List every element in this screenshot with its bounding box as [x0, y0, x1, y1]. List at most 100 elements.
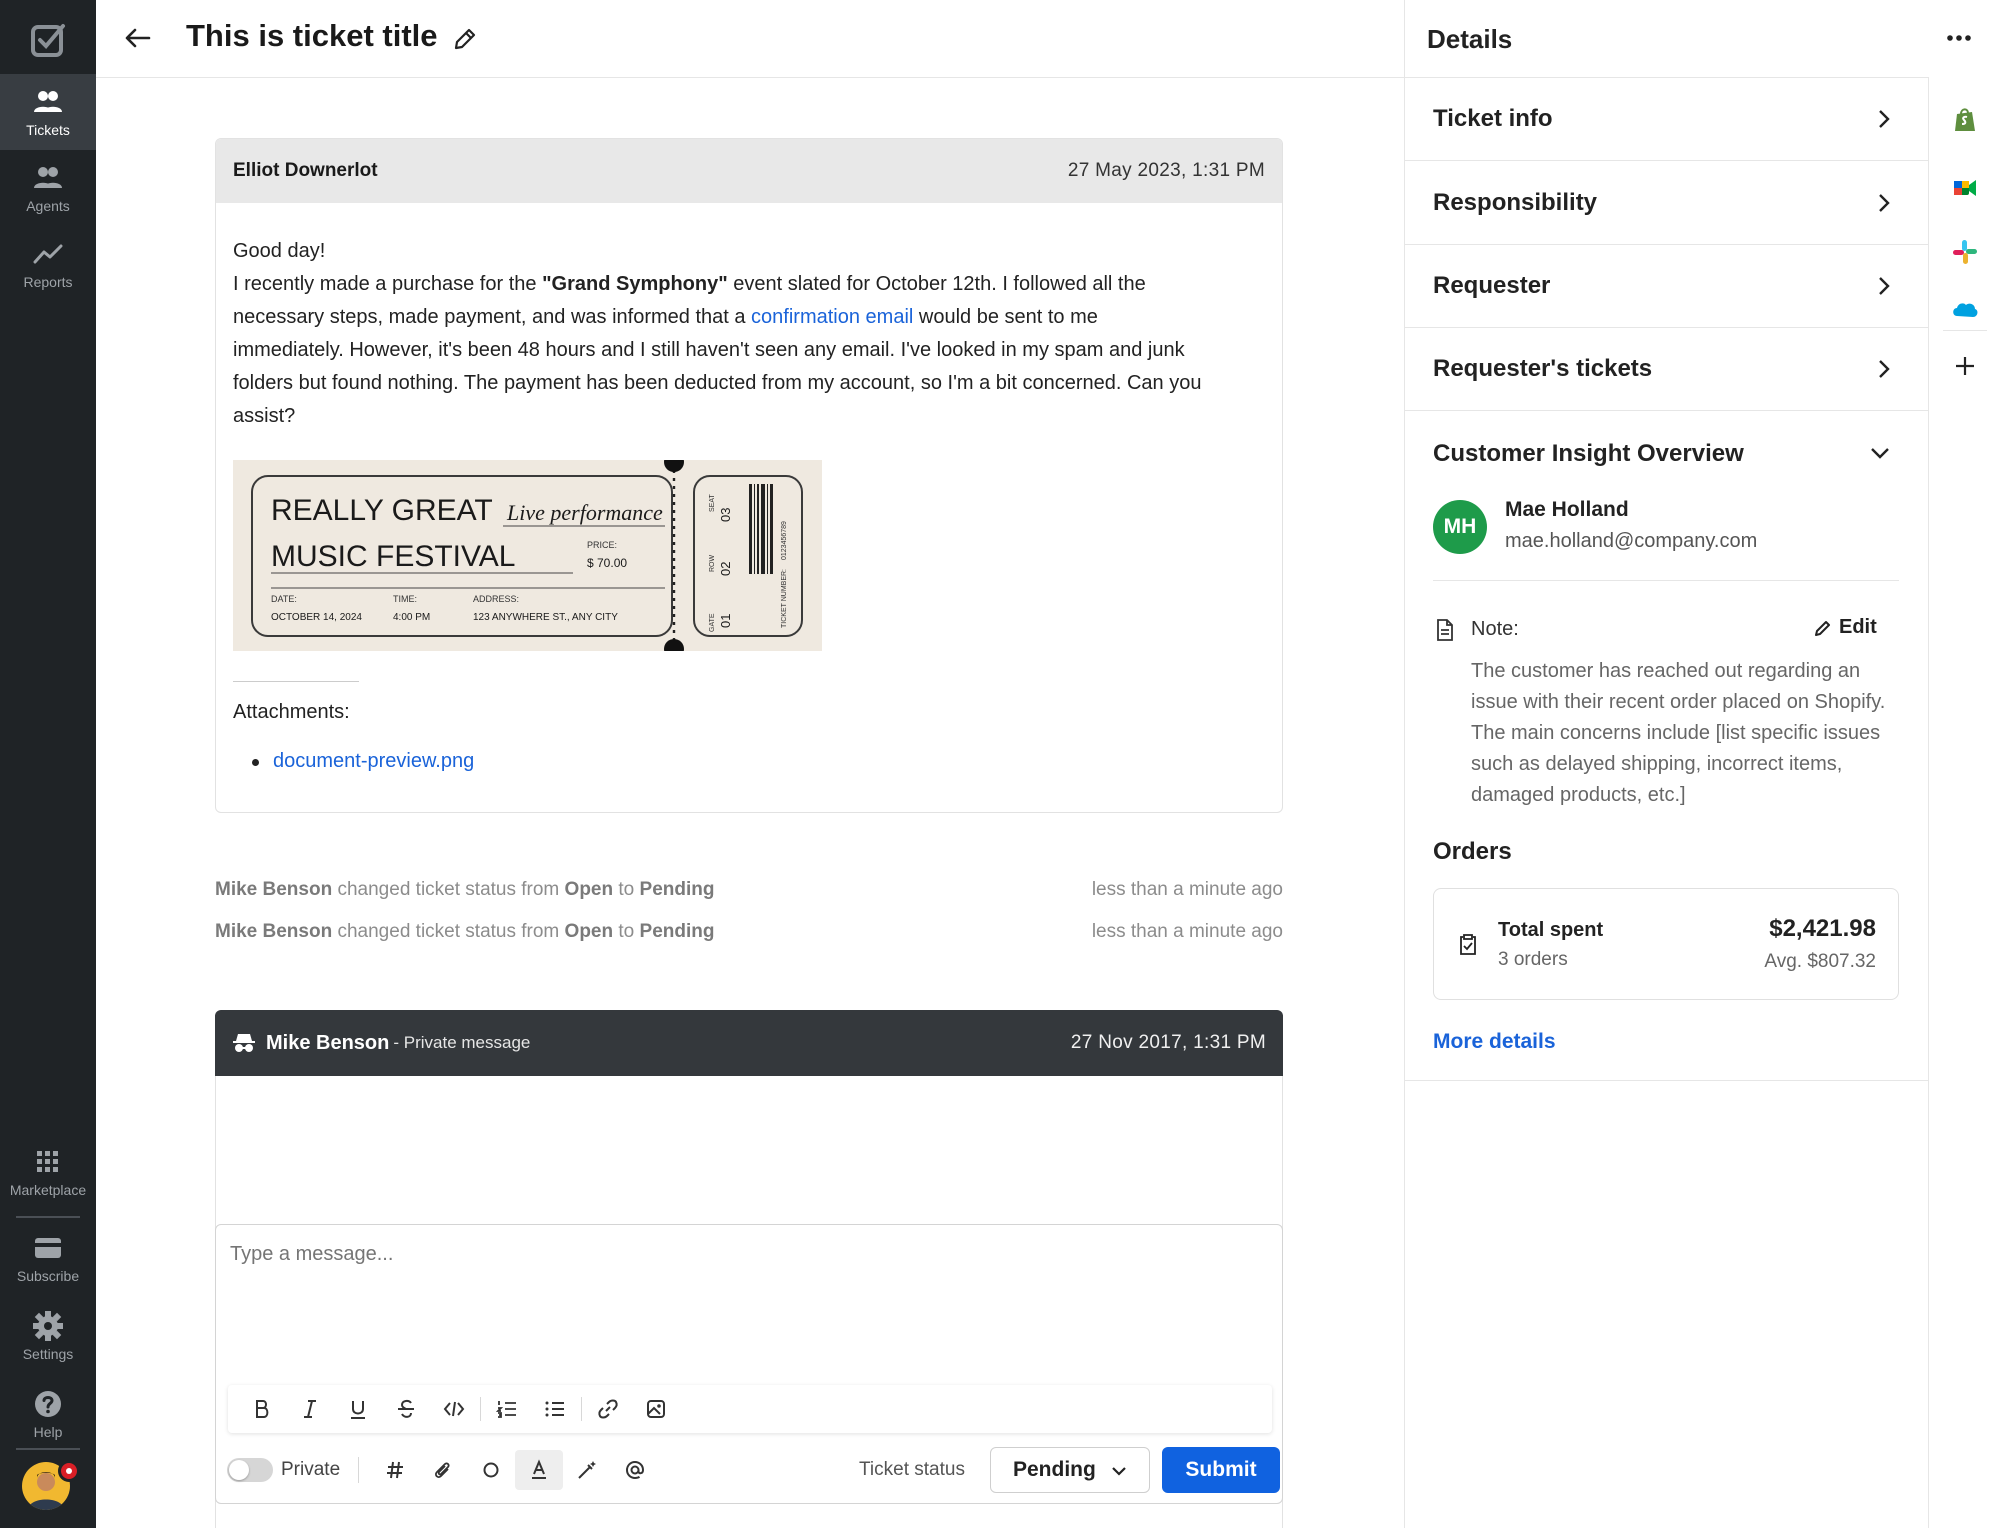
- reply-composer: Private Ticket status Pending Submit: [215, 1224, 1283, 1504]
- magic-wand-icon: [578, 1461, 597, 1479]
- paperclip-icon: [435, 1462, 450, 1478]
- attachment-link[interactable]: document-preview.png: [273, 750, 474, 773]
- hashtag-icon: [387, 1461, 404, 1479]
- ticket-price: $ 70.00: [587, 556, 627, 570]
- nav-item-reports[interactable]: Reports: [0, 226, 96, 302]
- at-sign-icon: [626, 1460, 645, 1480]
- ticket-gate: 01: [718, 614, 733, 628]
- ticket-status-label: Ticket status: [859, 1459, 965, 1480]
- chevron-right-icon: [1879, 360, 1890, 378]
- attach-button[interactable]: [419, 1450, 467, 1490]
- ticket-script: Live performance: [506, 500, 663, 525]
- submit-button[interactable]: Submit: [1162, 1447, 1280, 1493]
- strikethrough-button[interactable]: [382, 1389, 430, 1429]
- activity-desc: to: [613, 921, 640, 942]
- shopify-icon[interactable]: [1951, 106, 1979, 134]
- details-row-responsibility[interactable]: Responsibility: [1405, 162, 1929, 245]
- total-spent-amount: $2,421.98: [1769, 915, 1876, 942]
- bullet-list-button[interactable]: [531, 1389, 579, 1429]
- more-details-link[interactable]: More details: [1433, 1030, 1556, 1054]
- ordered-list-button[interactable]: [483, 1389, 531, 1429]
- insight-divider: [1405, 1080, 1929, 1081]
- ticket-status-select[interactable]: Pending: [990, 1447, 1150, 1493]
- actions-separator: [358, 1457, 360, 1483]
- activity-text: Mike Benson changed ticket status from O…: [215, 879, 714, 901]
- orders-title: Orders: [1433, 838, 1512, 865]
- magic-button[interactable]: [563, 1450, 611, 1490]
- text-style-icon: [532, 1459, 547, 1479]
- event-ticket-image[interactable]: REALLY GREAT Live performance MUSIC FEST…: [233, 460, 822, 651]
- confirmation-email-link[interactable]: confirmation email: [751, 306, 913, 328]
- private-message-type: - Private message: [393, 1033, 531, 1052]
- incognito-icon: [233, 1034, 255, 1052]
- pencil-icon: [1815, 620, 1830, 636]
- add-integration-icon[interactable]: [1951, 352, 1979, 380]
- code-button[interactable]: [430, 1389, 478, 1429]
- details-title: Details: [1427, 24, 1513, 54]
- event-name: "Grand Symphony": [542, 273, 728, 295]
- formatting-toolbar: [228, 1385, 1272, 1433]
- google-meet-icon[interactable]: [1951, 174, 1979, 202]
- attachment-bullet: [252, 759, 259, 766]
- ticket-time-label: TIME:: [393, 594, 417, 604]
- note-text: The customer has reached out regarding a…: [1471, 660, 1886, 806]
- nav-item-tickets[interactable]: Tickets: [0, 74, 96, 150]
- message-input[interactable]: [230, 1243, 1230, 1266]
- activity-actor: Mike Benson: [215, 879, 333, 900]
- nav-item-agents[interactable]: Agents: [0, 150, 96, 226]
- activity-time: less than a minute ago: [1091, 879, 1283, 900]
- circle-button[interactable]: [467, 1450, 515, 1490]
- activity-text: Mike Benson changed ticket status from O…: [215, 921, 714, 943]
- nav-label-agents: Agents: [26, 198, 70, 214]
- note-label: Note:: [1471, 618, 1519, 640]
- text-style-button[interactable]: [515, 1450, 564, 1490]
- mention-button[interactable]: [611, 1450, 659, 1490]
- document-icon: [1437, 619, 1453, 641]
- edit-note-button[interactable]: Edit: [1813, 616, 1877, 639]
- ticket-status-value: Pending: [1013, 1458, 1096, 1481]
- customer-email: mae.holland@company.com: [1505, 530, 1758, 552]
- reports-icon: [33, 244, 63, 264]
- nav-item-subscribe[interactable]: Subscribe: [0, 1220, 96, 1296]
- details-row-ticket-info[interactable]: Ticket info: [1405, 78, 1929, 161]
- ticket-number-label: TICKET NUMBER:: [781, 569, 788, 628]
- agents-icon: [34, 167, 62, 188]
- circle-icon: [483, 1462, 499, 1478]
- nav-item-marketplace[interactable]: Marketplace: [0, 1134, 96, 1210]
- italic-icon: [304, 1400, 316, 1418]
- left-nav: Tickets Agents Reports Marketplace Subsc…: [0, 0, 96, 1528]
- customer-insight-title[interactable]: Customer Insight Overview: [1433, 440, 1744, 468]
- edit-title-pencil-icon[interactable]: [450, 24, 480, 54]
- bold-icon: [256, 1400, 269, 1418]
- chevron-right-icon: [1879, 110, 1890, 128]
- back-arrow-icon[interactable]: [122, 22, 154, 54]
- activity-desc: to: [613, 879, 640, 900]
- italic-button[interactable]: [286, 1389, 334, 1429]
- ticket-line1: REALLY GREAT: [271, 494, 493, 527]
- message-body: Good day! I recently made a purchase for…: [216, 203, 1226, 433]
- integrations-rail: [1928, 78, 1999, 1528]
- chevron-down-icon[interactable]: [1867, 440, 1893, 466]
- nav-label-help: Help: [33, 1424, 63, 1440]
- ticket-address: 123 ANYWHERE ST., ANY CITY: [473, 612, 618, 623]
- more-options-icon[interactable]: [1944, 28, 1974, 48]
- underline-button[interactable]: [334, 1389, 382, 1429]
- nav-item-help[interactable]: Help: [0, 1376, 96, 1452]
- salesforce-icon[interactable]: [1951, 296, 1979, 324]
- bold-button[interactable]: [238, 1389, 286, 1429]
- toolbar-separator: [581, 1397, 582, 1421]
- details-row-requester[interactable]: Requester: [1405, 245, 1929, 328]
- link-button[interactable]: [584, 1389, 632, 1429]
- orders-count: 3 orders: [1498, 949, 1568, 970]
- message-text: I recently made a purchase for the: [233, 273, 543, 295]
- activity-to-status: Pending: [639, 921, 715, 942]
- app-logo-icon[interactable]: [28, 20, 68, 60]
- details-row-requesters-tickets[interactable]: Requester's tickets: [1405, 328, 1929, 411]
- image-button[interactable]: [632, 1389, 680, 1429]
- private-toggle[interactable]: [227, 1458, 273, 1482]
- nav-item-settings[interactable]: Settings: [0, 1298, 96, 1374]
- hashtag-button[interactable]: [371, 1450, 419, 1490]
- chevron-right-icon: [1879, 277, 1890, 295]
- ticket-seat-label: SEAT: [709, 494, 716, 512]
- slack-icon[interactable]: [1951, 238, 1979, 266]
